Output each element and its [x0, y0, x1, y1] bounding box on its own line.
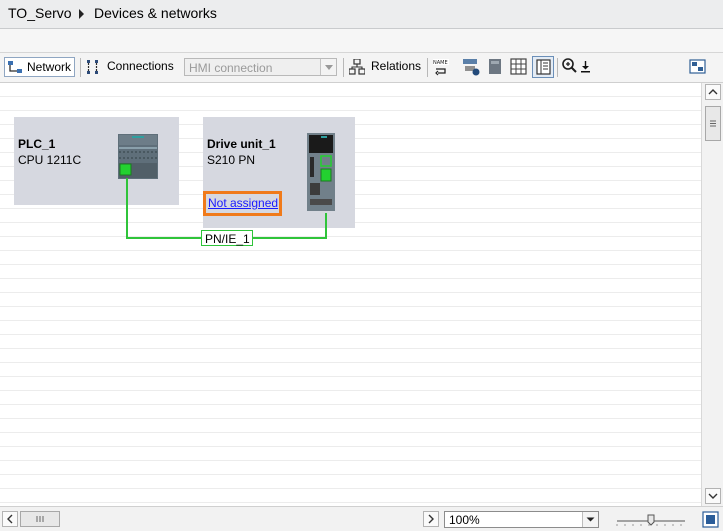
breadcrumb-bar: TO_Servo Devices & networks: [0, 0, 723, 29]
breadcrumb-separator-icon: [79, 9, 84, 19]
relations-button[interactable]: Relations: [349, 57, 423, 77]
connection-type-value: HMI connection: [189, 61, 273, 75]
horizontal-scroll-thumb[interactable]: [20, 511, 60, 527]
overview-panel-icon[interactable]: [689, 58, 707, 76]
vertical-scrollbar[interactable]: [701, 83, 723, 506]
toolbar-separator: [557, 58, 558, 77]
chevron-down-icon: [586, 517, 595, 522]
network-mode-button[interactable]: Network: [4, 57, 75, 77]
toolbar-separator: [80, 58, 81, 77]
network-toolbar: Network Connections HMI connection Relat…: [0, 53, 723, 83]
grip-icon: [710, 120, 716, 127]
scroll-down-button[interactable]: [705, 488, 721, 504]
toolbar-separator: [343, 58, 344, 77]
connections-icon: [87, 60, 98, 74]
subnet-label: PN/IE_1: [205, 232, 250, 246]
header-strip: [0, 29, 723, 53]
svg-text:NAME: NAME: [433, 60, 448, 66]
network-icon: [8, 61, 22, 73]
device-view-icon[interactable]: [462, 58, 482, 77]
chevron-left-icon: [7, 514, 13, 524]
show-names-icon[interactable]: NAME: [433, 59, 451, 77]
status-scroll-bar: 100%: [0, 506, 723, 531]
grip-icon: [36, 516, 44, 522]
scroll-right-button[interactable]: [423, 511, 439, 527]
breadcrumb-project[interactable]: TO_Servo: [8, 5, 72, 21]
connection-type-select[interactable]: HMI connection: [184, 58, 337, 76]
toolbar-separator: [427, 58, 428, 77]
grid-view-icon[interactable]: [510, 58, 527, 75]
chevron-up-icon: [708, 89, 718, 95]
zoom-select[interactable]: 100%: [444, 511, 599, 528]
chevron-down-icon[interactable]: [320, 59, 336, 75]
table-view-toggle[interactable]: [532, 56, 554, 78]
connections-button-label: Connections: [107, 59, 174, 73]
breadcrumb-page[interactable]: Devices & networks: [94, 5, 217, 21]
zoom-dropdown-icon[interactable]: [581, 61, 590, 73]
relations-button-label: Relations: [371, 59, 422, 73]
relations-icon: [349, 59, 365, 75]
scroll-left-button[interactable]: [2, 511, 18, 527]
connections-mode-button[interactable]: Connections: [86, 57, 178, 77]
zoom-dropdown-button[interactable]: [582, 512, 598, 527]
network-view-canvas[interactable]: PLC_1 CPU 1211C Drive unit_1 S210 PN Not…: [0, 83, 701, 506]
chevron-right-icon: [428, 514, 434, 524]
zoom-slider[interactable]: [615, 512, 687, 527]
scroll-up-button[interactable]: [705, 84, 721, 100]
profinet-subnet-line[interactable]: [0, 83, 701, 506]
zoom-icon[interactable]: [562, 58, 578, 75]
table-view-icon: [536, 59, 551, 75]
module-icon[interactable]: [487, 58, 503, 76]
network-button-label: Network: [27, 60, 72, 74]
chevron-down-icon: [708, 493, 718, 499]
subnet-label-box[interactable]: PN/IE_1: [201, 230, 253, 246]
zoom-value: 100%: [449, 513, 480, 527]
fit-to-window-icon[interactable]: [702, 511, 719, 528]
vertical-scroll-thumb[interactable]: [705, 106, 721, 141]
